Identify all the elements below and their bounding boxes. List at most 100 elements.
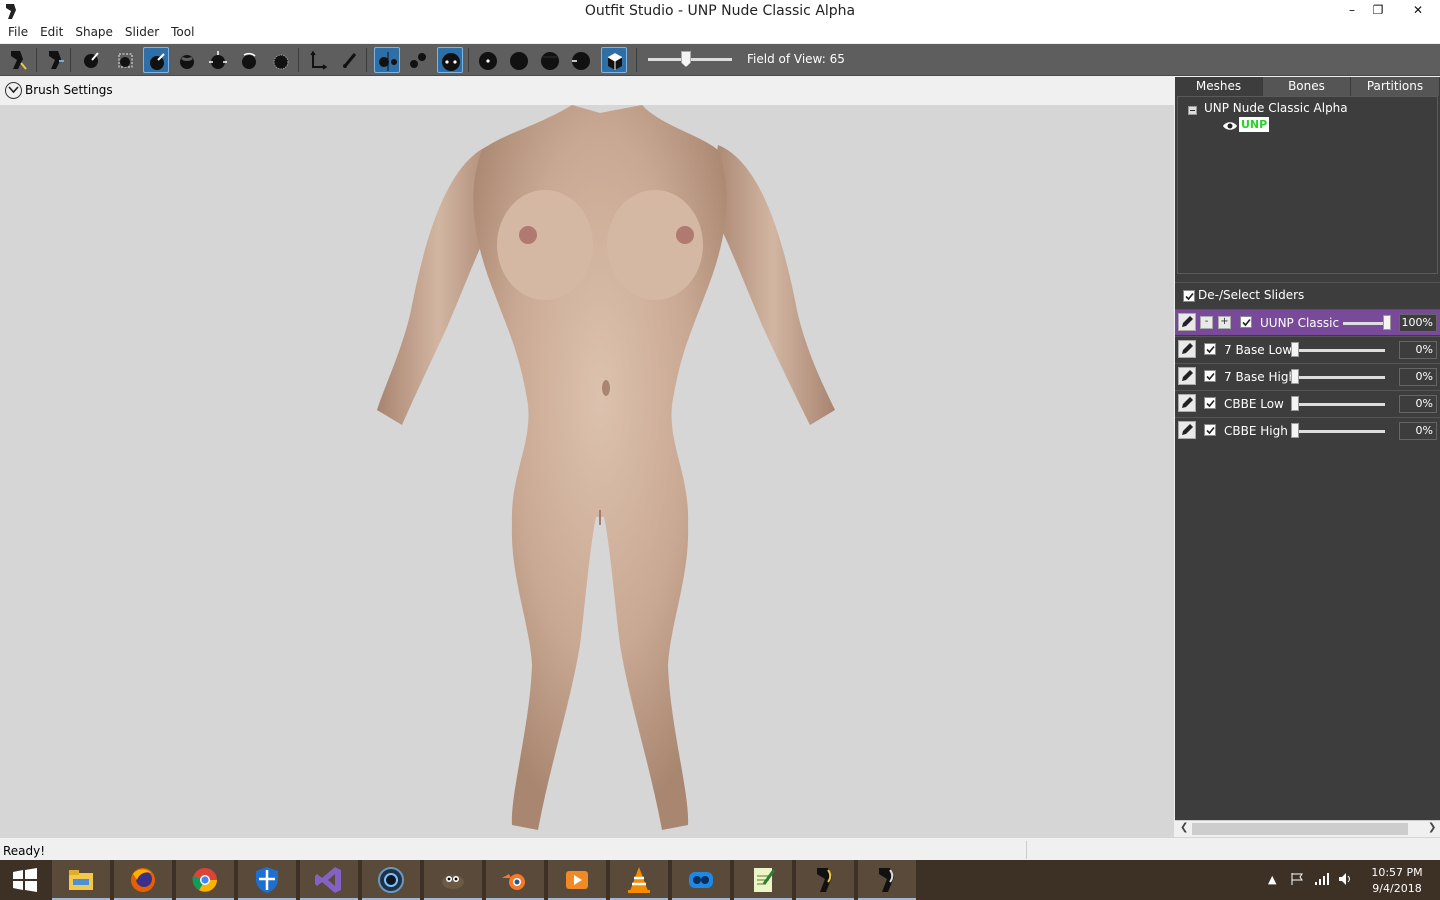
- taskbar-file-explorer-button[interactable]: [52, 860, 110, 900]
- mask-brush-button[interactable]: [112, 47, 138, 73]
- taskbar-outfit-studio-button[interactable]: [796, 860, 854, 900]
- close-button[interactable]: ✕: [1396, 0, 1440, 23]
- slider-row[interactable]: CBBE Low 0%: [1175, 390, 1440, 416]
- slider-value-field[interactable]: 0%: [1399, 341, 1437, 359]
- taskbar-notepad-button[interactable]: [734, 860, 792, 900]
- action-center-flag-icon[interactable]: [1290, 872, 1304, 886]
- slider-thumb[interactable]: [1291, 423, 1299, 438]
- collapse-toggle-icon[interactable]: [1188, 106, 1197, 115]
- slider-thumb[interactable]: [1291, 369, 1299, 384]
- slider-edit-button[interactable]: [1178, 367, 1196, 385]
- tray-overflow-icon[interactable]: ▲: [1268, 873, 1276, 886]
- volume-icon[interactable]: [1338, 872, 1354, 886]
- menu-file[interactable]: File: [2, 23, 34, 43]
- menu-edit[interactable]: Edit: [34, 23, 69, 43]
- slider-enable-checkbox[interactable]: [1240, 316, 1252, 328]
- scroll-left-icon[interactable]: ❮: [1180, 822, 1188, 833]
- texture-toggle-button[interactable]: [601, 47, 627, 73]
- smooth-brush-button[interactable]: [236, 47, 262, 73]
- select-brush-button[interactable]: [78, 47, 104, 73]
- tab-bones[interactable]: Bones: [1263, 77, 1351, 96]
- menu-slider[interactable]: Slider: [119, 23, 165, 43]
- slider-value-field[interactable]: 0%: [1399, 422, 1437, 440]
- mesh-node-unp[interactable]: UNP: [1239, 117, 1270, 132]
- brush-settings-bar[interactable]: Brush Settings: [0, 77, 1174, 105]
- x-mirror-button[interactable]: [374, 47, 400, 73]
- weight-brush-button[interactable]: [268, 47, 294, 73]
- taskbar-windows-start-button[interactable]: [0, 860, 50, 900]
- slider-row[interactable]: CBBE High 0%: [1175, 417, 1440, 443]
- slider-track[interactable]: [1295, 403, 1385, 406]
- shade-button-4[interactable]: [568, 47, 594, 73]
- status-bar: Ready!: [0, 837, 1440, 861]
- slider-plus-button[interactable]: +: [1218, 316, 1231, 329]
- slider-track[interactable]: [1295, 376, 1385, 379]
- slider-thumb[interactable]: [1291, 396, 1299, 411]
- minimize-button[interactable]: –: [1338, 0, 1366, 23]
- scrollbar-thumb[interactable]: [1192, 823, 1408, 835]
- slider-edit-button[interactable]: [1178, 421, 1196, 439]
- horizontal-scrollbar[interactable]: ❮ ❯: [1175, 820, 1440, 836]
- network-icon[interactable]: [1314, 872, 1330, 886]
- connected-only-button[interactable]: [405, 47, 431, 73]
- taskbar-defender-button[interactable]: [238, 860, 296, 900]
- global-brush-button[interactable]: [437, 47, 463, 73]
- weight-brush-icon: [273, 54, 289, 70]
- taskbar-messenger-button[interactable]: [672, 860, 730, 900]
- slider-value-field[interactable]: 0%: [1399, 368, 1437, 386]
- 3d-viewport[interactable]: [0, 105, 1174, 837]
- clock[interactable]: 10:57 PM 9/4/2018: [1364, 865, 1430, 897]
- select-all-sliders-checkbox[interactable]: [1183, 290, 1195, 302]
- deflate-brush-button[interactable]: [174, 47, 200, 73]
- slider-track[interactable]: [1343, 322, 1387, 325]
- taskbar-vlc-button[interactable]: [610, 860, 668, 900]
- slider-thumb[interactable]: [1291, 342, 1299, 357]
- slider-row[interactable]: - + UUNP Classic 100%: [1175, 309, 1440, 335]
- slider-row[interactable]: 7 Base Low 0%: [1175, 336, 1440, 362]
- slider-row[interactable]: 7 Base High 0%: [1175, 363, 1440, 389]
- shade-button-2[interactable]: [506, 47, 532, 73]
- slider-value-field[interactable]: 100%: [1399, 314, 1437, 332]
- slider-edit-button[interactable]: [1178, 313, 1196, 331]
- taskbar-bodyslide-button[interactable]: [858, 860, 916, 900]
- expand-chevron-icon[interactable]: [5, 82, 22, 99]
- slider-edit-button[interactable]: [1178, 340, 1196, 358]
- taskbar-media-player-button[interactable]: [548, 860, 606, 900]
- bodyslide-icon: [879, 868, 894, 892]
- move-brush-button[interactable]: [205, 47, 231, 73]
- slider-thumb[interactable]: [1383, 315, 1391, 330]
- taskbar-camera-app-button[interactable]: [362, 860, 420, 900]
- taskbar-chrome-button[interactable]: [176, 860, 234, 900]
- inflate-brush-button[interactable]: [143, 47, 169, 73]
- pivot-button[interactable]: [337, 47, 363, 73]
- tab-partitions[interactable]: Partitions: [1351, 77, 1440, 96]
- transform-button[interactable]: [305, 47, 331, 73]
- taskbar-blender-button[interactable]: [486, 860, 544, 900]
- slider-enable-checkbox[interactable]: [1204, 370, 1216, 382]
- taskbar-firefox-button[interactable]: [114, 860, 172, 900]
- load-project-button[interactable]: [42, 47, 68, 73]
- tree-root-label[interactable]: UNP Nude Classic Alpha: [1204, 101, 1348, 115]
- slider-minus-button[interactable]: -: [1200, 316, 1213, 329]
- eye-visibility-icon[interactable]: [1222, 121, 1238, 131]
- shade-button-3[interactable]: [537, 47, 563, 73]
- body-mesh-render: [377, 105, 835, 830]
- slider-track[interactable]: [1295, 349, 1385, 352]
- menu-tool[interactable]: Tool: [165, 23, 200, 43]
- tab-meshes[interactable]: Meshes: [1175, 77, 1263, 96]
- new-project-button[interactable]: [4, 47, 30, 73]
- slider-enable-checkbox[interactable]: [1204, 397, 1216, 409]
- taskbar-gimp-button[interactable]: [424, 860, 482, 900]
- status-divider: [1026, 841, 1027, 859]
- menu-shape[interactable]: Shape: [69, 23, 119, 43]
- slider-value-field[interactable]: 0%: [1399, 395, 1437, 413]
- restore-button[interactable]: ❐: [1364, 0, 1392, 23]
- slider-enable-checkbox[interactable]: [1204, 424, 1216, 436]
- shade-button-1[interactable]: [475, 47, 501, 73]
- scroll-right-icon[interactable]: ❯: [1428, 822, 1436, 833]
- slider-edit-button[interactable]: [1178, 394, 1196, 412]
- taskbar-visual-studio-button[interactable]: [300, 860, 358, 900]
- slider-enable-checkbox[interactable]: [1204, 343, 1216, 355]
- toolbar-separator: [366, 48, 367, 72]
- slider-track[interactable]: [1295, 430, 1385, 433]
